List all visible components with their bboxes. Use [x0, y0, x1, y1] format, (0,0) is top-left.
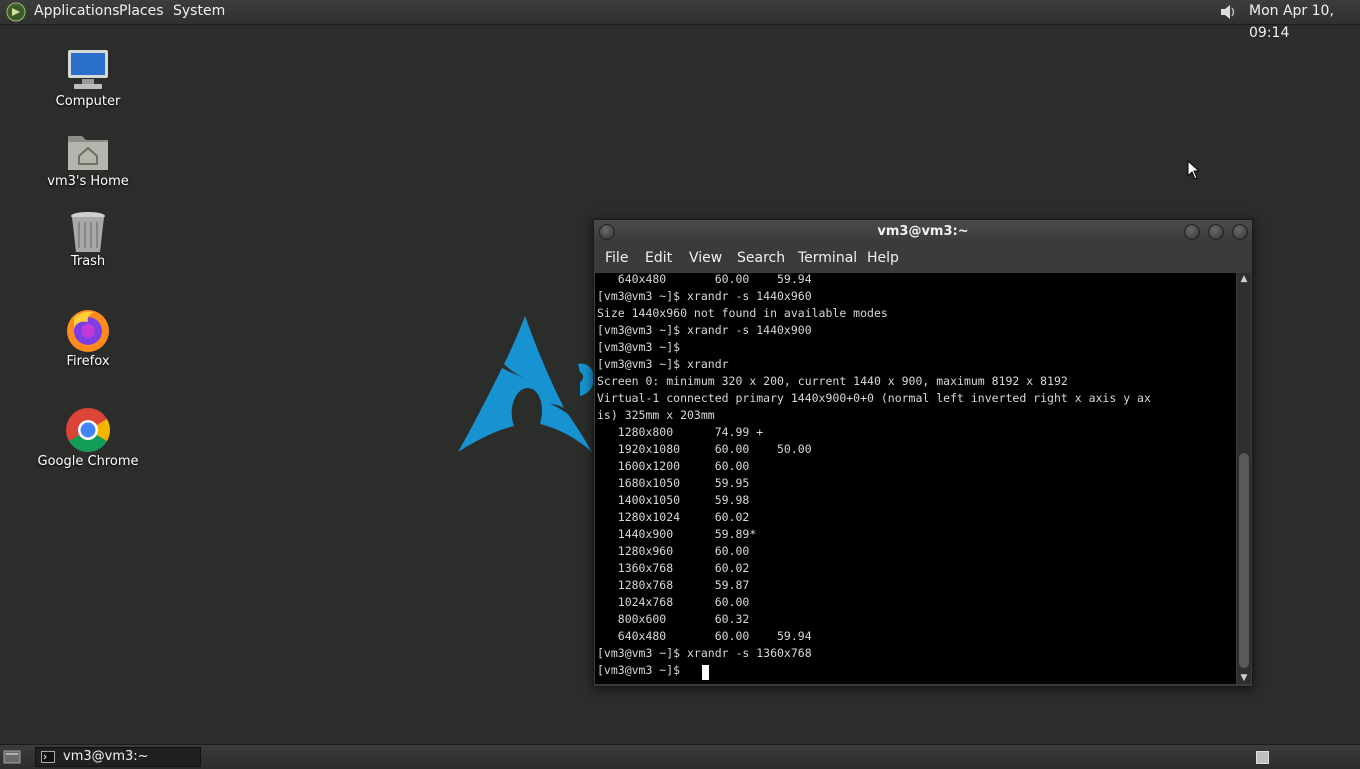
terminal-line: 1680x1050 59.95 [597, 476, 750, 490]
clock[interactable]: Mon Apr 10, 09:14 [1249, 0, 1360, 44]
bottom-panel: vm3@vm3:~ [0, 744, 1360, 769]
chrome-icon [66, 408, 110, 452]
scroll-down-arrow-icon[interactable]: ▼ [1237, 672, 1251, 684]
terminal-menubar: File Edit View Search Terminal Help [594, 244, 1252, 272]
gnome-foot-icon[interactable] [6, 2, 26, 22]
trash-icon [71, 212, 105, 252]
terminal-line: [vm3@vm3 ~]$ xrandr [597, 357, 729, 371]
terminal-line: 640x480 60.00 59.94 [597, 629, 812, 643]
arch-linux-logo [458, 316, 594, 452]
desktop-icon-computer[interactable]: Computer [28, 44, 148, 114]
menu-search[interactable]: Search [737, 244, 785, 272]
terminal-line: 1280x1024 60.02 [597, 510, 750, 524]
desktop-icon-firefox[interactable]: Firefox [28, 304, 148, 374]
terminal-line: 1400x1050 59.98 [597, 493, 750, 507]
terminal-line: [vm3@vm3 ~]$ [597, 340, 681, 354]
system-menu[interactable]: System [173, 0, 225, 24]
desktop-icon-home[interactable]: vm3's Home [28, 124, 148, 194]
mouse-pointer-icon [1187, 160, 1199, 180]
desktop-icon-label: vm3's Home [47, 174, 129, 189]
computer-icon [68, 50, 108, 89]
terminal-line: 1024x768 60.00 [597, 595, 750, 609]
taskbar-item-terminal[interactable]: vm3@vm3:~ [35, 747, 201, 767]
terminal-line: 640x480 60.00 59.94 [597, 273, 812, 286]
window-title: vm3@vm3:~ [877, 224, 969, 239]
terminal-output[interactable]: 640x480 60.00 59.94 [vm3@vm3 ~]$ xrandr … [595, 273, 1236, 684]
terminal-line: 800x600 60.32 [597, 612, 750, 626]
terminal-line: Size 1440x960 not found in available mod… [597, 306, 888, 320]
text-cursor [702, 665, 709, 680]
terminal-line: [vm3@vm3 ~]$ xrandr -s 1360x768 [597, 646, 812, 660]
desktop-icon-label: Google Chrome [37, 454, 139, 469]
workspace-switcher-icon[interactable] [1256, 751, 1269, 764]
terminal-prompt-line: [vm3@vm3 ~]$ [597, 663, 688, 677]
desktop-icon-chrome[interactable]: Google Chrome [28, 404, 148, 474]
desktop-icon-label: Firefox [66, 354, 110, 369]
menu-edit[interactable]: Edit [645, 244, 672, 272]
terminal-line: 1920x1080 60.00 50.00 [597, 442, 812, 456]
top-panel: Applications Places System Mon Apr 10, 0… [0, 0, 1360, 41]
maximize-button[interactable] [1208, 224, 1224, 240]
scrollbar-thumb[interactable] [1239, 453, 1249, 668]
places-menu[interactable]: Places [119, 0, 164, 24]
menu-view[interactable]: View [689, 244, 722, 272]
terminal-line: 1280x960 60.00 [597, 544, 750, 558]
menu-terminal[interactable]: Terminal [798, 244, 857, 272]
applications-menu[interactable]: Applications [34, 0, 120, 24]
home-folder-icon [68, 136, 108, 170]
menu-help[interactable]: Help [867, 244, 899, 272]
minimize-button[interactable] [1184, 224, 1200, 240]
close-button[interactable] [1232, 224, 1248, 240]
terminal-line: [vm3@vm3 ~]$ xrandr -s 1440x900 [597, 323, 812, 337]
desktop-icon-label: Computer [55, 94, 121, 109]
desktop-icon-label: Trash [70, 254, 106, 269]
taskbar-item-label: vm3@vm3:~ [63, 749, 149, 764]
terminal-line: Screen 0: minimum 320 x 200, current 144… [597, 374, 1068, 388]
terminal-line: 1440x900 59.89* [597, 527, 757, 541]
show-desktop-icon[interactable] [3, 750, 21, 764]
terminal-icon [41, 751, 55, 763]
terminal-scrollbar[interactable]: ▲ ▼ [1237, 273, 1251, 684]
terminal-line: is) 325mm x 203mm [597, 408, 715, 422]
scroll-up-arrow-icon[interactable]: ▲ [1237, 273, 1251, 285]
terminal-line: Virtual-1 connected primary 1440x900+0+0… [597, 391, 1151, 405]
terminal-titlebar[interactable]: vm3@vm3:~ [594, 220, 1252, 244]
menu-file[interactable]: File [605, 244, 628, 272]
terminal-line: 1360x768 60.02 [597, 561, 750, 575]
terminal-line: 1280x800 74.99 + [597, 425, 764, 439]
terminal-line: [vm3@vm3 ~]$ xrandr -s 1440x960 [597, 289, 812, 303]
terminal-line: 1280x768 59.87 [597, 578, 750, 592]
firefox-icon [67, 310, 109, 352]
speaker-icon[interactable] [1218, 3, 1238, 21]
terminal-window[interactable]: vm3@vm3:~ File Edit View Search Terminal… [593, 219, 1253, 687]
desktop-icon-trash[interactable]: Trash [28, 204, 148, 274]
terminal-line: 1600x1200 60.00 [597, 459, 750, 473]
